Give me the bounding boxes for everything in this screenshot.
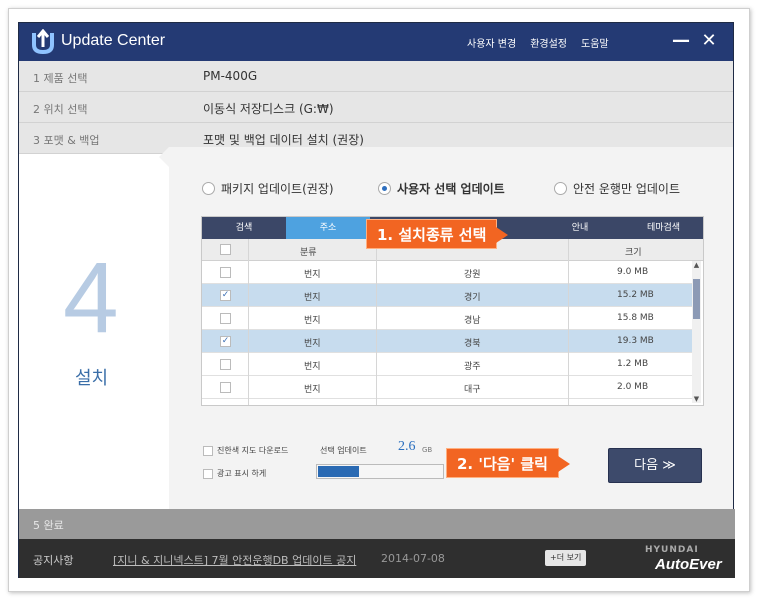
radio-label: 안전 운행만 업데이트 (573, 182, 680, 196)
checkbox[interactable] (203, 445, 213, 456)
row-type: 번지 (304, 385, 321, 395)
notice-bar: 공지사항 [지니 & 지니넥스트] 7월 안전운행DB 업데이트 공지 2014… (19, 539, 735, 578)
row-size: 1.2 MB (617, 359, 649, 369)
finish-step-label: 5 완료 (33, 519, 64, 532)
column-divider (568, 239, 569, 405)
step-value: PM-400G (203, 69, 258, 83)
row-region: 강원 (464, 270, 481, 280)
progress-fill (318, 466, 359, 477)
radio-label: 패키지 업데이트(권장) (221, 182, 334, 196)
row-size: 9.0 MB (617, 267, 649, 277)
settings-link[interactable]: 환경설정 (530, 35, 567, 50)
row-type: 번지 (304, 339, 321, 349)
selected-update-size: 2.6 (398, 439, 416, 454)
tab-theme-search[interactable]: 테마검색 (622, 217, 703, 239)
radio-package-update[interactable]: 패키지 업데이트(권장) (202, 180, 334, 197)
row-type: 번지 (304, 316, 321, 326)
more-notices-button[interactable]: +더 보기 (545, 550, 587, 566)
option-ads[interactable]: 광고 표시 하게 (203, 468, 266, 479)
titlebar-links: 사용자 변경 환경설정 도움말 (467, 35, 609, 50)
selection-progress-bar (316, 464, 444, 479)
update-logo-icon (32, 29, 54, 55)
row-checkbox[interactable] (220, 359, 231, 370)
table-scrollbar[interactable]: ▲ ▼ (692, 261, 701, 403)
row-region: 경북 (464, 339, 481, 349)
table-row[interactable]: 번지 대구 2.0 MB (202, 376, 692, 399)
row-region: 광주 (464, 362, 481, 372)
selected-update-label: 선택 업데이트 (320, 446, 367, 455)
table-row[interactable]: ✓ 번지 경기 15.2 MB (202, 284, 692, 307)
table-row[interactable]: 번지 경남 15.8 MB (202, 307, 692, 330)
step-value: 이동식 저장디스크 (G:₩) (203, 102, 334, 116)
current-step-name: 설치 (75, 368, 109, 389)
step-value: 포맷 및 백업 데이터 설치 (권장) (203, 133, 364, 147)
tab-search[interactable]: 검색 (202, 217, 286, 239)
minimize-button[interactable]: — (671, 31, 691, 51)
step-label: 3 포맷 & 백업 (33, 134, 100, 147)
current-step-number: 4 (63, 242, 119, 354)
app-title: Update Center (61, 32, 166, 49)
row-checkbox[interactable]: ✓ (220, 336, 231, 347)
next-button[interactable]: 다음 ≫ (608, 448, 702, 483)
brand-bottom: AutoEver (655, 556, 722, 573)
scroll-down-icon[interactable]: ▼ (692, 395, 701, 403)
callout-click-next: 2. '다음' 클릭 (446, 448, 570, 478)
step-label: 1 제품 선택 (33, 72, 88, 85)
table-rows: 번지 강원 9.0 MB ✓ 번지 경기 15.2 MB 번지 경남 15.8 MB ✓ 번지 경북 19… (202, 261, 692, 399)
row-size: 15.8 MB (617, 313, 654, 323)
row-size: 15.2 MB (617, 290, 654, 300)
radio-user-select-update[interactable]: 사용자 선택 업데이트 (378, 180, 505, 197)
callout-select-install-type: 1. 설치종류 선택 (366, 219, 509, 249)
radio-button-selected[interactable] (378, 182, 391, 195)
select-all-checkbox[interactable] (220, 244, 231, 255)
table-row[interactable]: 번지 광주 1.2 MB (202, 353, 692, 376)
scroll-thumb[interactable] (693, 279, 700, 319)
row-checkbox[interactable] (220, 313, 231, 324)
close-button[interactable]: ✕ (699, 31, 719, 51)
checkbox[interactable] (203, 468, 213, 479)
notice-message-link[interactable]: [지니 & 지니넥스트] 7월 안전운행DB 업데이트 공지 (113, 552, 356, 568)
notice-label: 공지사항 (33, 554, 74, 567)
row-checkbox[interactable] (220, 267, 231, 278)
row-size: 19.3 MB (617, 336, 654, 346)
title-bar[interactable]: Update Center 사용자 변경 환경설정 도움말 — ✕ (19, 23, 733, 61)
step-row-product[interactable]: 1 제품 선택 PM-400G (19, 61, 733, 92)
col-header-size: 크기 (625, 248, 642, 258)
scroll-up-icon[interactable]: ▲ (692, 261, 701, 269)
help-link[interactable]: 도움말 (581, 35, 609, 50)
row-region: 대구 (464, 385, 481, 395)
row-region: 경기 (464, 293, 481, 303)
change-user-link[interactable]: 사용자 변경 (467, 35, 516, 50)
radio-label: 사용자 선택 업데이트 (397, 182, 505, 196)
row-type: 번지 (304, 293, 321, 303)
col-header-type: 분류 (300, 248, 317, 258)
option-partial-map[interactable]: 진한색 지도 다운로드 (203, 445, 288, 456)
table-row[interactable]: 번지 강원 9.0 MB (202, 261, 692, 284)
row-type: 번지 (304, 270, 321, 280)
column-divider (376, 239, 377, 405)
notice-date: 2014-07-08 (381, 552, 445, 565)
step-label: 2 위치 선택 (33, 103, 88, 116)
current-step-panel: 4 설치 (19, 156, 169, 510)
row-size: 2.0 MB (617, 382, 649, 392)
radio-button[interactable] (202, 182, 215, 195)
radio-button[interactable] (554, 182, 567, 195)
row-region: 경남 (464, 316, 481, 326)
row-checkbox[interactable]: ✓ (220, 290, 231, 301)
table-row[interactable]: ✓ 번지 경북 19.3 MB (202, 330, 692, 353)
brand-top: HYUNDAI (645, 545, 699, 555)
column-divider (248, 239, 249, 405)
tab-address[interactable]: 주소 (286, 217, 370, 239)
option-label: 진한색 지도 다운로드 (217, 446, 289, 455)
radio-safety-only-update[interactable]: 안전 운행만 업데이트 (554, 180, 680, 197)
tab-guide[interactable]: 안내 (538, 217, 622, 239)
row-type: 번지 (304, 362, 321, 372)
step-row-location[interactable]: 2 위치 선택 이동식 저장디스크 (G:₩) (19, 92, 733, 123)
selected-update-unit: GB (422, 446, 433, 454)
option-label: 광고 표시 하게 (217, 469, 267, 478)
step-pointer (159, 147, 169, 167)
finish-step-row: 5 완료 (19, 509, 735, 539)
row-checkbox[interactable] (220, 382, 231, 393)
